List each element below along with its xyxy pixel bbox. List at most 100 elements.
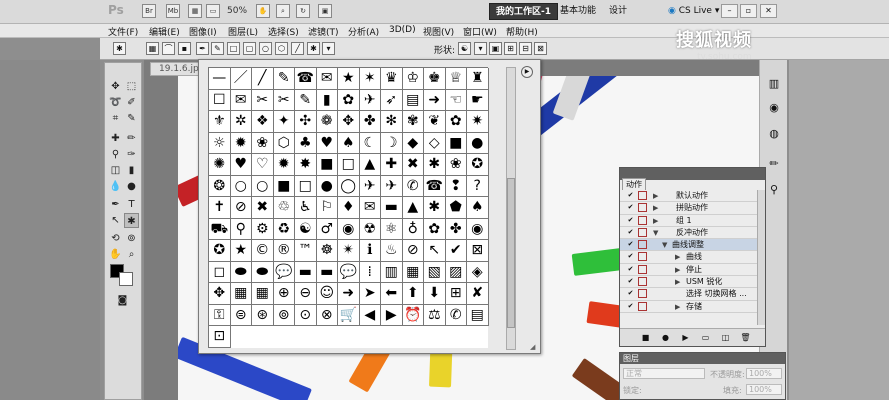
shape-swatch[interactable]: ✆ [402, 175, 424, 197]
shape-swatch[interactable]: ✱ [424, 197, 446, 219]
checkmark-icon[interactable]: ✔ [626, 191, 635, 200]
menu-layer[interactable]: 图层(L) [228, 25, 258, 38]
checkmark-icon[interactable]: ✔ [626, 252, 635, 261]
shape-swatch[interactable]: ▦ [402, 261, 424, 283]
action-step-select[interactable]: ✔ 选择 切换网格 ... [620, 288, 757, 301]
shape-swatch[interactable]: ☯ [295, 218, 317, 240]
shape-swatch[interactable]: ◆ [402, 132, 424, 154]
shape-swatch[interactable]: ❁ [316, 111, 338, 133]
shape-swatch[interactable]: ✶ [359, 68, 381, 90]
shape-swatch[interactable]: ✂ [273, 89, 295, 111]
shape-swatch[interactable]: ■ [445, 132, 467, 154]
arrange-icon[interactable]: ▭ [206, 4, 220, 18]
picker-menu-icon[interactable]: ▶ [521, 66, 533, 78]
shape-swatch[interactable]: ♠ [467, 197, 489, 219]
shape-swatch[interactable]: ✪ [467, 154, 489, 176]
shape-swatch[interactable]: ↖ [424, 240, 446, 262]
geometry-options-icon[interactable]: ▾ [322, 42, 335, 55]
shape-swatch[interactable]: ⬟ [445, 197, 467, 219]
line-icon[interactable]: ╱ [291, 42, 304, 55]
shape-swatch[interactable]: ■ [273, 175, 295, 197]
shape-swatch[interactable]: ✿ [445, 111, 467, 133]
checkmark-icon[interactable]: ✔ [626, 302, 635, 311]
opacity-field[interactable]: 100% [746, 368, 782, 379]
minibridge-icon[interactable]: Mb [166, 4, 180, 18]
shape-swatch[interactable]: ◉ [467, 218, 489, 240]
maximize-button[interactable]: ▫ [740, 4, 757, 18]
shape-swatch[interactable]: ✝ [209, 197, 231, 219]
shape-swatch[interactable]: ♂ [316, 218, 338, 240]
shape-swatch[interactable]: ● [316, 175, 338, 197]
custom-shape-icon[interactable]: ✱ [307, 42, 320, 55]
expand-icon[interactable]: ▶ [653, 190, 658, 202]
expand-icon[interactable]: ▶ [675, 251, 680, 263]
shape-layers-icon[interactable]: ▦ [146, 42, 159, 55]
shape-swatch[interactable]: ⚐ [316, 197, 338, 219]
shape-swatch[interactable]: ⊡ [209, 326, 231, 348]
paths-icon[interactable]: ⌒ [162, 42, 175, 55]
shape-swatch[interactable]: ➤ [359, 283, 381, 305]
shape-swatch[interactable]: ⚖ [424, 304, 446, 326]
actions-scrollbar[interactable] [757, 190, 765, 325]
action-step-curves[interactable]: ✔ ▶ 曲线 [620, 251, 757, 264]
quick-select-icon[interactable]: ✐ [124, 95, 139, 110]
shape-swatch[interactable]: ♦ [338, 197, 360, 219]
shape-swatch[interactable]: □ [295, 175, 317, 197]
checkmark-icon[interactable]: ✔ [626, 203, 635, 212]
shape-swatch[interactable]: ✈ [359, 175, 381, 197]
shape-swatch[interactable]: ✉ [359, 197, 381, 219]
action-set-tile[interactable]: ✔ ▶ 拼贴动作 [620, 202, 757, 215]
shape-swatch[interactable]: 💬 [338, 261, 360, 283]
dodge-icon[interactable]: ● [124, 179, 139, 194]
shape-swatch[interactable]: © [252, 240, 274, 262]
checkmark-icon[interactable]: ✔ [626, 216, 635, 225]
shape-swatch[interactable]: ⊕ [273, 283, 295, 305]
workspace-design[interactable]: 设计 [603, 3, 633, 20]
quick-mask-icon[interactable]: ◙ [115, 293, 130, 308]
shape-swatch[interactable]: ❦ [424, 111, 446, 133]
shape-swatch[interactable]: ✉ [316, 68, 338, 90]
dialog-toggle[interactable] [638, 277, 647, 287]
shape-swatch[interactable]: ⬬ [252, 261, 274, 283]
shape-swatch[interactable]: ✉ [230, 89, 252, 111]
shape-swatch[interactable]: ☢ [359, 218, 381, 240]
shape-swatch[interactable]: ⊚ [273, 304, 295, 326]
shape-swatch[interactable]: ▤ [467, 304, 489, 326]
clone-stamp-icon[interactable]: ⚲ [108, 147, 123, 162]
expand-icon[interactable]: ▶ [653, 215, 658, 227]
shape-swatch[interactable]: ☺ [316, 283, 338, 305]
gradient-icon[interactable]: ▮ [124, 163, 139, 178]
shape-swatch[interactable]: ♨ [381, 240, 403, 262]
shape-preview-icon[interactable]: ☯ [458, 42, 471, 55]
move-icon[interactable]: ✥ [108, 79, 123, 94]
shape-swatch[interactable]: ☽ [381, 132, 403, 154]
shape-swatch[interactable]: ✦ [273, 111, 295, 133]
dialog-toggle[interactable] [638, 191, 647, 200]
shape-swatch[interactable]: ✿ [424, 218, 446, 240]
shape-swatch[interactable]: ✱ [424, 154, 446, 176]
shape-swatch[interactable]: ♻ [273, 218, 295, 240]
3d-orbit-icon[interactable]: ⊚ [124, 231, 139, 246]
clone-panel-icon[interactable]: ⚲ [766, 182, 782, 198]
shape-swatch[interactable]: ◻ [209, 261, 231, 283]
shape-swatch[interactable]: ✷ [467, 111, 489, 133]
hand-tool-icon[interactable]: ✋ [108, 247, 123, 262]
ellipse-icon[interactable]: ○ [259, 42, 272, 55]
shape-swatch[interactable]: ✹ [273, 154, 295, 176]
shape-swatch[interactable]: ⬅ [381, 283, 403, 305]
shape-swatch[interactable]: ✿ [338, 89, 360, 111]
action-step-stop[interactable]: ✔ ▶ 停止 [620, 264, 757, 277]
shape-swatch[interactable]: ▬ [381, 197, 403, 219]
shape-swatch[interactable]: ♣ [295, 132, 317, 154]
menu-analysis[interactable]: 分析(A) [348, 25, 379, 38]
lasso-icon[interactable]: ➰ [108, 95, 123, 110]
actions-tab[interactable]: 动作 [622, 178, 646, 190]
shape-swatch[interactable]: ❀ [252, 132, 274, 154]
shape-swatch[interactable]: □ [338, 154, 360, 176]
shape-swatch[interactable]: ⊞ [445, 283, 467, 305]
masks-panel-icon[interactable]: ◍ [766, 126, 782, 142]
checkmark-icon[interactable]: ✔ [626, 265, 635, 274]
shape-swatch[interactable]: ♥ [230, 154, 252, 176]
add-mode-icon[interactable]: ⊞ [504, 42, 517, 55]
shape-swatch[interactable]: ⊜ [230, 304, 252, 326]
